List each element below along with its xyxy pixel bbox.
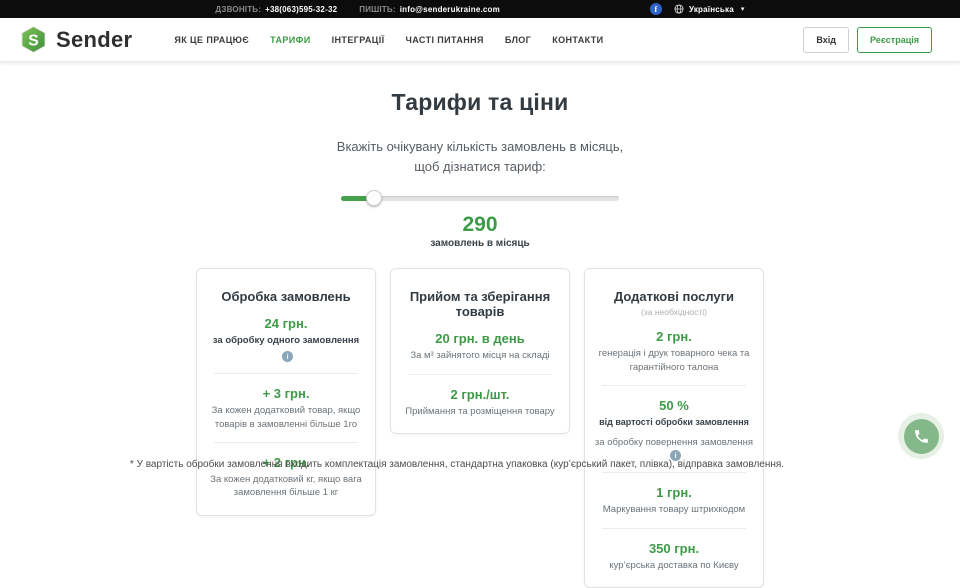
sender-logo-icon: S <box>20 26 47 53</box>
facebook-icon[interactable]: f <box>650 3 662 15</box>
card-title: Прийом та зберігання товарів <box>400 289 560 319</box>
call-label: ДЗВОНІТЬ: <box>215 5 261 14</box>
slider-prompt: Вкажіть очікувану кількість замовлень в … <box>0 137 960 177</box>
price-desc: Маркування товару штрихкодом <box>594 503 754 516</box>
price-value: 50 % <box>594 398 754 413</box>
divider <box>214 373 358 374</box>
brand-name: Sender <box>56 27 132 53</box>
price-desc: За кожен додатковий кг, якщо вага замовл… <box>206 473 366 500</box>
divider <box>602 385 746 386</box>
email-link[interactable]: info@senderukraine.com <box>400 5 500 14</box>
write-label: ПИШІТЬ: <box>359 5 395 14</box>
svg-text:S: S <box>28 32 38 49</box>
price-desc: Приймання та розміщення товару <box>400 405 560 418</box>
nav-blog[interactable]: БЛОГ <box>505 35 531 45</box>
pricing-footnote: * У вартість обробки замовлення входить … <box>0 459 914 470</box>
card-title: Додаткові послуги <box>594 289 754 304</box>
phone-link[interactable]: +38(063)595-32-32 <box>265 5 337 14</box>
price-desc-text: за обробку одного замовлення <box>213 335 359 346</box>
price-desc: генерація і друк товарного чека та гаран… <box>594 347 754 374</box>
orders-slider[interactable] <box>341 190 619 206</box>
tariffs-section: Тарифи та ціни Вкажіть очікувану кількіс… <box>0 89 960 249</box>
card-title: Обробка замовлень <box>206 289 366 304</box>
price-value: 24 грн. <box>206 316 366 331</box>
page-title: Тарифи та ціни <box>0 89 960 116</box>
price-value: 2 грн./шт. <box>400 387 560 402</box>
call-widget-button[interactable] <box>898 413 944 459</box>
nav-contacts[interactable]: КОНТАКТИ <box>552 35 603 45</box>
card-subtitle: (за необхідності) <box>594 307 754 317</box>
card-additional-services: Додаткові послуги (за необхідності) 2 гр… <box>584 268 764 588</box>
price-desc-text: за обробку повернення замовлення <box>595 437 753 448</box>
price-value: 20 грн. в день <box>400 331 560 346</box>
price-desc: кур’єрська доставка по Києву <box>594 559 754 572</box>
price-value: + 3 грн. <box>206 386 366 401</box>
nav-how-it-works[interactable]: ЯК ЦЕ ПРАЦЮЄ <box>174 35 249 45</box>
main-nav: ЯК ЦЕ ПРАЦЮЄ ТАРИФИ ІНТЕГРАЦІЇ ЧАСТІ ПИТ… <box>174 35 603 45</box>
globe-icon <box>674 4 684 14</box>
price-desc-bold: від вартості обробки замовлення <box>594 416 754 429</box>
nav-tariffs[interactable]: ТАРИФИ <box>270 35 310 45</box>
card-order-processing: Обробка замовлень 24 грн. за обробку одн… <box>196 268 376 515</box>
divider <box>408 374 552 375</box>
divider <box>602 472 746 473</box>
nav-integrations[interactable]: ІНТЕГРАЦІЇ <box>332 35 385 45</box>
price-desc: За м³ зайнятого місця на складі <box>400 349 560 362</box>
divider <box>214 442 358 443</box>
chevron-down-icon[interactable]: ▾ <box>741 5 745 13</box>
topbar: ДЗВОНІТЬ: +38(063)595-32-32 ПИШІТЬ: info… <box>0 0 960 18</box>
pricing-cards: Обробка замовлень 24 грн. за обробку одн… <box>0 268 960 588</box>
card-storage: Прийом та зберігання товарів 20 грн. в д… <box>390 268 570 434</box>
brand-logo[interactable]: S Sender <box>20 26 132 53</box>
register-button[interactable]: Реєстрація <box>857 27 932 53</box>
slider-handle[interactable] <box>366 190 382 206</box>
price-value: 1 грн. <box>594 485 754 500</box>
price-desc: За кожен додатковий товар, якщо товарів … <box>206 404 366 431</box>
price-value: 2 грн. <box>594 329 754 344</box>
phone-icon <box>904 419 939 454</box>
slider-prompt-line2: щоб дізнатися тариф: <box>0 157 960 177</box>
slider-prompt-line1: Вкажіть очікувану кількість замовлень в … <box>0 137 960 157</box>
orders-count-unit: замовлень в місяць <box>0 238 960 249</box>
language-selector[interactable]: Українська <box>689 5 734 14</box>
divider <box>602 528 746 529</box>
orders-count-value: 290 <box>0 213 960 237</box>
nav-faq[interactable]: ЧАСТІ ПИТАННЯ <box>406 35 484 45</box>
price-value: 350 грн. <box>594 541 754 556</box>
main-header: S Sender ЯК ЦЕ ПРАЦЮЄ ТАРИФИ ІНТЕГРАЦІЇ … <box>0 18 960 62</box>
price-desc: за обробку повернення замовленняi <box>594 437 754 461</box>
price-desc: за обробку одного замовлення i <box>206 334 366 362</box>
auth-buttons: Вхід Реєстрація <box>803 27 932 53</box>
slider-track[interactable] <box>341 196 619 201</box>
login-button[interactable]: Вхід <box>803 27 849 53</box>
info-icon[interactable]: i <box>282 351 293 362</box>
facebook-glyph: f <box>655 5 658 14</box>
